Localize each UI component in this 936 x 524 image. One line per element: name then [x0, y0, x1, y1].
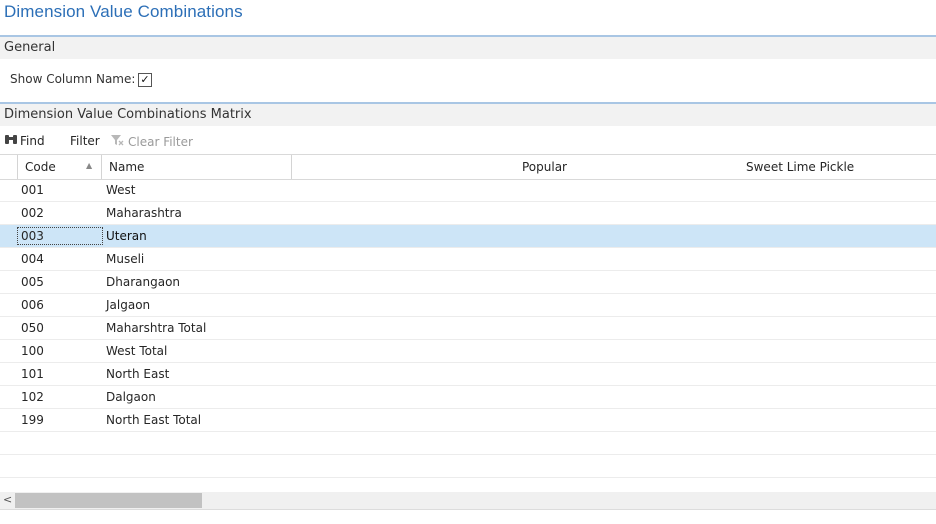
row-name: Jalgaon	[106, 298, 151, 312]
row-name: Museli	[106, 252, 145, 266]
row-name: West	[106, 183, 136, 197]
row-name: Maharshtra Total	[106, 321, 207, 335]
show-column-name-checkbox[interactable]: ✓	[138, 73, 152, 87]
table-row[interactable]: 001 West	[0, 179, 936, 202]
matrix-header-label: Dimension Value Combinations Matrix	[4, 107, 252, 122]
column-header-popular[interactable]: Popular	[522, 160, 567, 174]
general-header-label: General	[4, 40, 56, 55]
table-row[interactable]: 199 North East Total	[0, 409, 936, 432]
row-code: 002	[21, 206, 44, 220]
row-code: 050	[21, 321, 44, 335]
row-name: Dalgaon	[106, 390, 156, 404]
row-name: Dharangaon	[106, 275, 181, 289]
clear-filter-label: Clear Filter	[128, 135, 193, 149]
filter-button[interactable]: Filter	[70, 134, 100, 148]
find-button[interactable]: Find	[4, 134, 45, 148]
divider	[0, 509, 936, 510]
row-code: 199	[21, 413, 44, 427]
matrix-section-header[interactable]: Dimension Value Combinations Matrix	[0, 102, 936, 126]
table-row[interactable]: 102 Dalgaon	[0, 386, 936, 409]
table-row-selected[interactable]: 003 Uteran	[0, 225, 936, 248]
row-name: Maharashtra	[106, 206, 182, 220]
grid-rows: 001 West 002 Maharashtra 003 Uteran 004 …	[0, 179, 936, 478]
row-name: West Total	[106, 344, 168, 358]
grid-header-row: Code ▲ Name Popular Sweet Lime Pickle	[0, 154, 936, 180]
column-header-sweet-lime-pickle[interactable]: Sweet Lime Pickle	[746, 160, 854, 174]
row-name: North East	[106, 367, 170, 381]
row-code: 102	[21, 390, 44, 404]
row-code: 004	[21, 252, 44, 266]
sort-ascending-icon: ▲	[86, 161, 93, 170]
clear-filter-icon	[110, 134, 128, 149]
row-name: North East Total	[106, 413, 202, 427]
table-row[interactable]: 005 Dharangaon	[0, 271, 936, 294]
clear-filter-button[interactable]: Clear Filter	[110, 134, 193, 149]
column-header-code[interactable]: Code	[25, 160, 56, 174]
table-row[interactable]: 002 Maharashtra	[0, 202, 936, 225]
table-row[interactable]: 101 North East	[0, 363, 936, 386]
show-column-name-label: Show Column Name:	[10, 72, 136, 86]
column-separator[interactable]	[101, 155, 102, 179]
empty-row	[0, 455, 936, 478]
table-row[interactable]: 006 Jalgaon	[0, 294, 936, 317]
page-title: Dimension Value Combinations	[4, 2, 243, 21]
table-row[interactable]: 050 Maharshtra Total	[0, 317, 936, 340]
row-code: 003	[17, 227, 103, 245]
table-row[interactable]: 100 West Total	[0, 340, 936, 363]
general-section-header[interactable]: General	[0, 35, 936, 59]
row-name: Uteran	[106, 229, 147, 243]
table-row[interactable]: 004 Museli	[0, 248, 936, 271]
column-separator[interactable]	[291, 155, 292, 179]
empty-row	[0, 432, 936, 455]
column-separator	[17, 155, 18, 179]
scroll-left-icon[interactable]: <	[3, 493, 12, 506]
row-code: 100	[21, 344, 44, 358]
row-code: 006	[21, 298, 44, 312]
find-label: Find	[20, 134, 45, 148]
scrollbar-thumb[interactable]	[15, 493, 202, 508]
row-code: 001	[21, 183, 44, 197]
row-code: 101	[21, 367, 44, 381]
binoculars-icon	[4, 134, 20, 148]
row-code: 005	[21, 275, 44, 289]
horizontal-scrollbar[interactable]: <	[0, 492, 936, 509]
column-header-name[interactable]: Name	[109, 160, 144, 174]
